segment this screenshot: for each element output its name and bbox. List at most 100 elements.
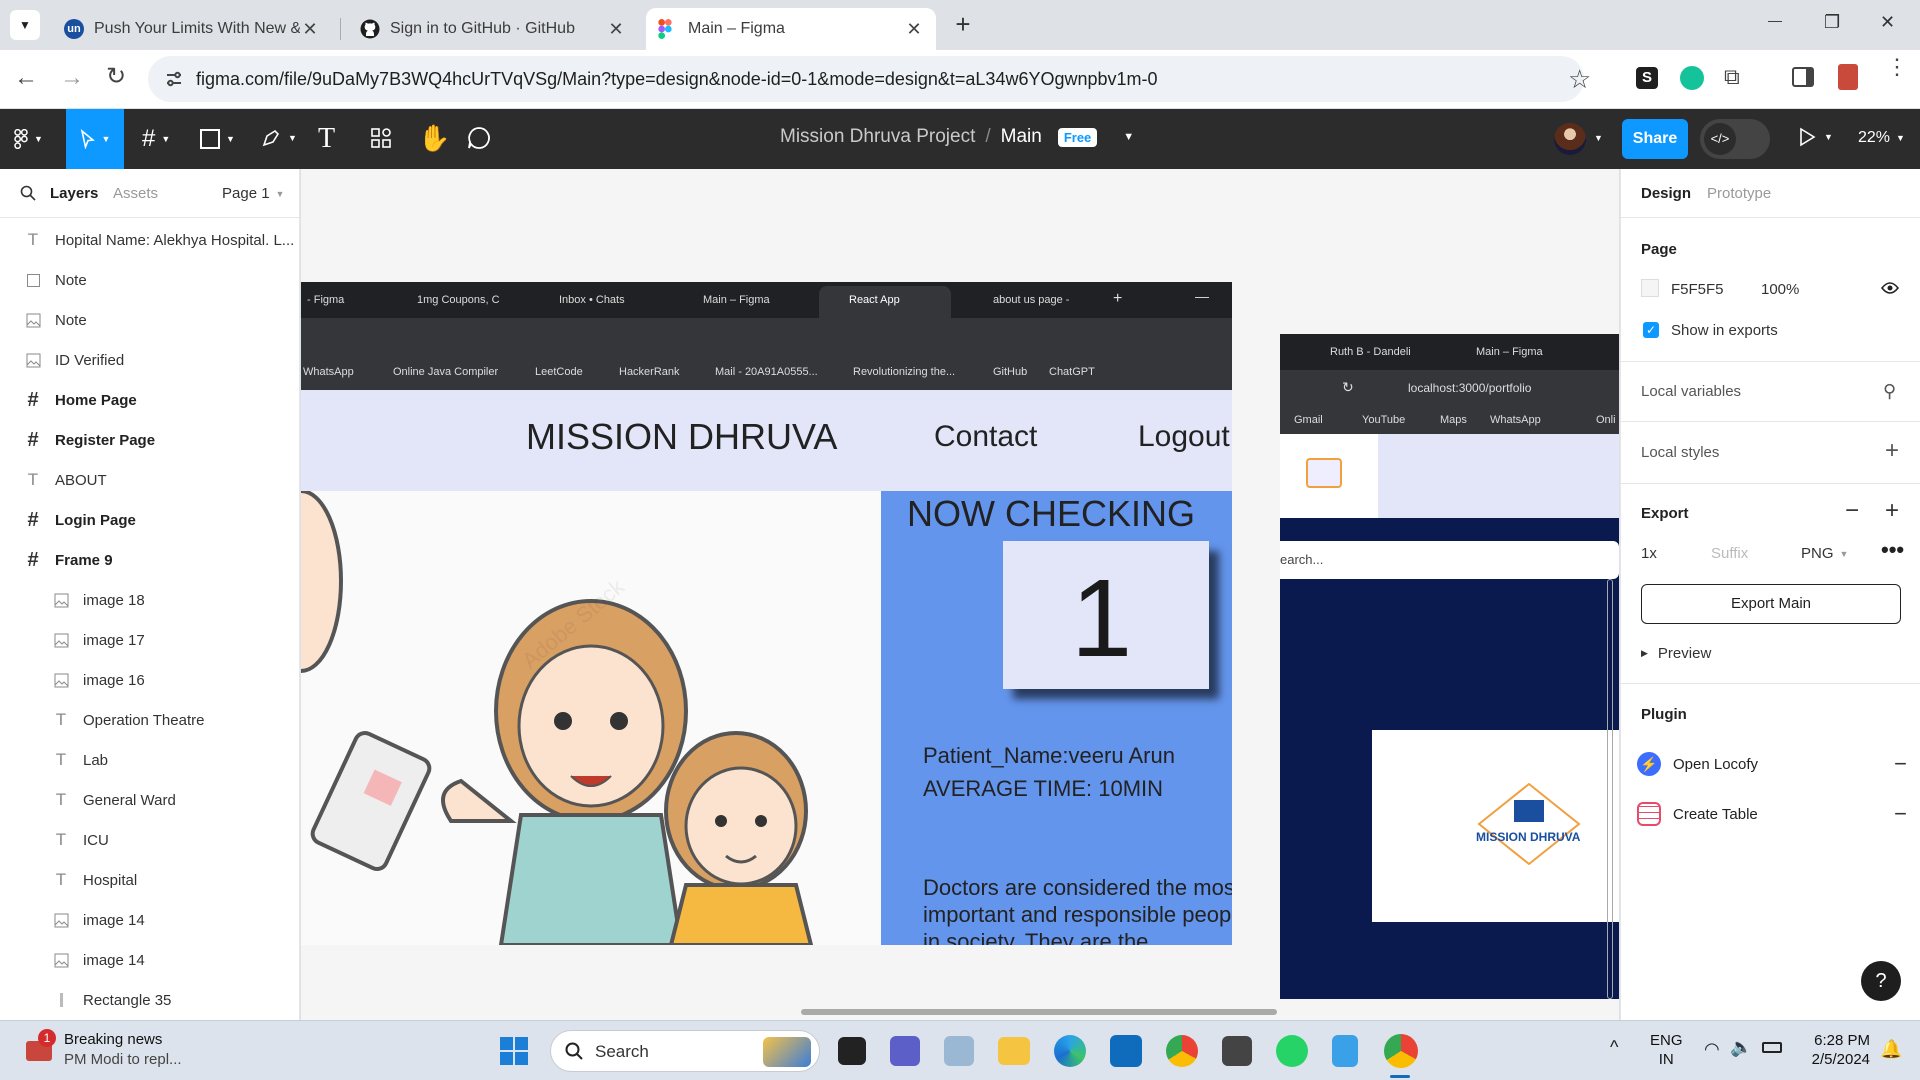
- dev-mode-toggle[interactable]: </>: [1700, 119, 1770, 159]
- layer-row-image[interactable]: image 16: [0, 660, 300, 700]
- browser-tab-github[interactable]: Sign in to GitHub · GitHub ✕: [348, 8, 638, 50]
- whatsapp-icon[interactable]: [1276, 1035, 1308, 1067]
- taskbar-search[interactable]: Search: [550, 1030, 820, 1072]
- file-title[interactable]: Mission Dhruva Project / Main Free ▼: [780, 126, 1134, 148]
- file-explorer-icon[interactable]: [998, 1037, 1030, 1065]
- address-bar[interactable]: figma.com/file/9uDaMy7B3WQ4hcUrTVqVSg/Ma…: [148, 56, 1591, 102]
- remove-export-icon[interactable]: −: [1845, 497, 1859, 525]
- remove-plugin-icon[interactable]: −: [1894, 801, 1907, 827]
- local-styles-label[interactable]: Local styles: [1641, 444, 1719, 461]
- export-more-icon[interactable]: •••: [1881, 537, 1904, 563]
- chevron-down-icon[interactable]: ▼: [1123, 131, 1134, 143]
- close-window-button[interactable]: ✕: [1880, 12, 1895, 33]
- hand-tool-button[interactable]: ✋: [418, 123, 450, 154]
- move-tool-button[interactable]: ▼: [66, 109, 124, 169]
- text-tool-button[interactable]: T: [318, 123, 335, 155]
- main-menu-button[interactable]: ▼: [14, 129, 43, 149]
- export-main-button[interactable]: Export Main: [1641, 584, 1901, 624]
- zoom-menu[interactable]: 22% ▼: [1858, 129, 1905, 147]
- layer-row-image[interactable]: ID Verified: [0, 340, 300, 380]
- extension-s-icon[interactable]: S: [1636, 67, 1658, 89]
- page-color-swatch[interactable]: [1641, 279, 1659, 297]
- layer-row-image[interactable]: image 17: [0, 620, 300, 660]
- design-canvas[interactable]: - Figma 1mg Coupons, C Inbox • Chats Mai…: [301, 169, 1619, 1020]
- export-suffix-input[interactable]: Suffix: [1711, 545, 1748, 562]
- local-variables-label[interactable]: Local variables: [1641, 383, 1741, 400]
- grammarly-icon[interactable]: [1680, 66, 1704, 90]
- present-button[interactable]: ▼: [1798, 127, 1833, 147]
- export-scale[interactable]: 1x: [1641, 545, 1657, 562]
- share-button[interactable]: Share: [1622, 119, 1688, 159]
- layer-row-image[interactable]: image 14: [0, 940, 300, 980]
- layer-row-text[interactable]: T ABOUT: [0, 460, 300, 500]
- wifi-icon[interactable]: ◠: [1704, 1039, 1720, 1060]
- tray-chevron-icon[interactable]: ^: [1610, 1037, 1618, 1058]
- search-icon[interactable]: [20, 185, 36, 201]
- tab-assets[interactable]: Assets: [113, 185, 158, 202]
- layer-row-text[interactable]: T Operation Theatre: [0, 700, 300, 740]
- notes-app-icon[interactable]: [944, 1036, 974, 1066]
- volume-icon[interactable]: 🔈: [1730, 1037, 1752, 1058]
- forward-button[interactable]: →: [60, 64, 84, 92]
- reload-button[interactable]: ↻: [106, 62, 126, 91]
- project-name[interactable]: Mission Dhruva Project: [780, 126, 975, 148]
- preview-toggle[interactable]: ▶ Preview: [1641, 645, 1711, 662]
- resources-button[interactable]: [370, 127, 392, 149]
- file-name[interactable]: Main: [1001, 126, 1042, 148]
- battery-icon[interactable]: [1762, 1042, 1782, 1053]
- avatar[interactable]: [1554, 123, 1586, 155]
- chevron-down-icon[interactable]: ▼: [1594, 133, 1603, 143]
- canvas-image-react-app[interactable]: - Figma 1mg Coupons, C Inbox • Chats Mai…: [301, 282, 1232, 945]
- eye-icon[interactable]: [1881, 281, 1899, 295]
- language-indicator[interactable]: ENG IN: [1650, 1031, 1683, 1069]
- chrome-icon[interactable]: [1166, 1035, 1198, 1067]
- tab-search-button[interactable]: ▼: [10, 10, 40, 40]
- canvas-image-portfolio[interactable]: Ruth B - Dandeli Main – Figma ↻ localhos…: [1280, 334, 1619, 999]
- outlook-icon[interactable]: [1110, 1035, 1142, 1067]
- restore-button[interactable]: ❐: [1824, 12, 1840, 33]
- clock[interactable]: 6:28 PM 2/5/2024: [1800, 1031, 1870, 1069]
- layer-row-rect[interactable]: Note: [0, 260, 300, 300]
- layer-row-text[interactable]: T Hospital: [0, 860, 300, 900]
- browser-menu-icon[interactable]: ⋮: [1886, 56, 1908, 78]
- layer-row-text[interactable]: T Lab: [0, 740, 300, 780]
- bookmark-star-icon[interactable]: ☆: [1568, 64, 1591, 95]
- new-tab-button[interactable]: +: [948, 10, 978, 40]
- layer-row-image[interactable]: image 14: [0, 900, 300, 940]
- extensions-puzzle-icon[interactable]: ⧉: [1724, 64, 1740, 90]
- layer-row-image[interactable]: image 18: [0, 580, 300, 620]
- security-app-icon[interactable]: [1222, 1036, 1252, 1066]
- browser-tab-figma[interactable]: Main – Figma ✕: [646, 8, 936, 50]
- news-widget[interactable]: 1 Breaking news PM Modi to repl...: [22, 1029, 202, 1073]
- layer-row-text[interactable]: T General Ward: [0, 780, 300, 820]
- minimize-button[interactable]: —: [1768, 12, 1782, 28]
- close-icon[interactable]: ✕: [300, 19, 320, 40]
- side-panel-icon[interactable]: [1792, 67, 1814, 87]
- profile-icon[interactable]: [1838, 64, 1858, 90]
- tab-design[interactable]: Design: [1641, 185, 1691, 202]
- page-selector[interactable]: Page 1 ▼: [222, 185, 284, 202]
- comment-tool-button[interactable]: [466, 125, 492, 151]
- site-info-icon[interactable]: [164, 69, 184, 89]
- page-opacity[interactable]: 100%: [1761, 281, 1799, 298]
- help-button[interactable]: ?: [1861, 961, 1901, 1001]
- layer-row-frame[interactable]: # Frame 9: [0, 540, 300, 580]
- edge-icon[interactable]: [1054, 1035, 1086, 1067]
- notification-bell-icon[interactable]: 🔔: [1880, 1039, 1902, 1060]
- tab-prototype[interactable]: Prototype: [1707, 185, 1771, 202]
- tab-layers[interactable]: Layers: [50, 185, 98, 202]
- close-icon[interactable]: ✕: [904, 19, 924, 40]
- horizontal-scrollbar[interactable]: [801, 1009, 1277, 1015]
- notepad-icon[interactable]: [1332, 1035, 1358, 1067]
- remove-plugin-icon[interactable]: −: [1894, 751, 1907, 777]
- back-button[interactable]: ←: [14, 64, 38, 92]
- layer-row-text[interactable]: T ICU: [0, 820, 300, 860]
- pen-tool-button[interactable]: ▼: [260, 127, 297, 149]
- browser-tab-unstop[interactable]: un Push Your Limits With New & U ✕: [52, 8, 332, 50]
- plugin-open-locofy[interactable]: ⚡ Open Locofy −: [1637, 749, 1907, 779]
- variables-icon[interactable]: ⚲: [1883, 381, 1896, 402]
- show-in-exports-checkbox[interactable]: ✓: [1643, 322, 1659, 338]
- layer-row-frame[interactable]: # Home Page: [0, 380, 300, 420]
- layer-row-line[interactable]: Rectangle 35: [0, 980, 300, 1020]
- layer-row-frame[interactable]: # Register Page: [0, 420, 300, 460]
